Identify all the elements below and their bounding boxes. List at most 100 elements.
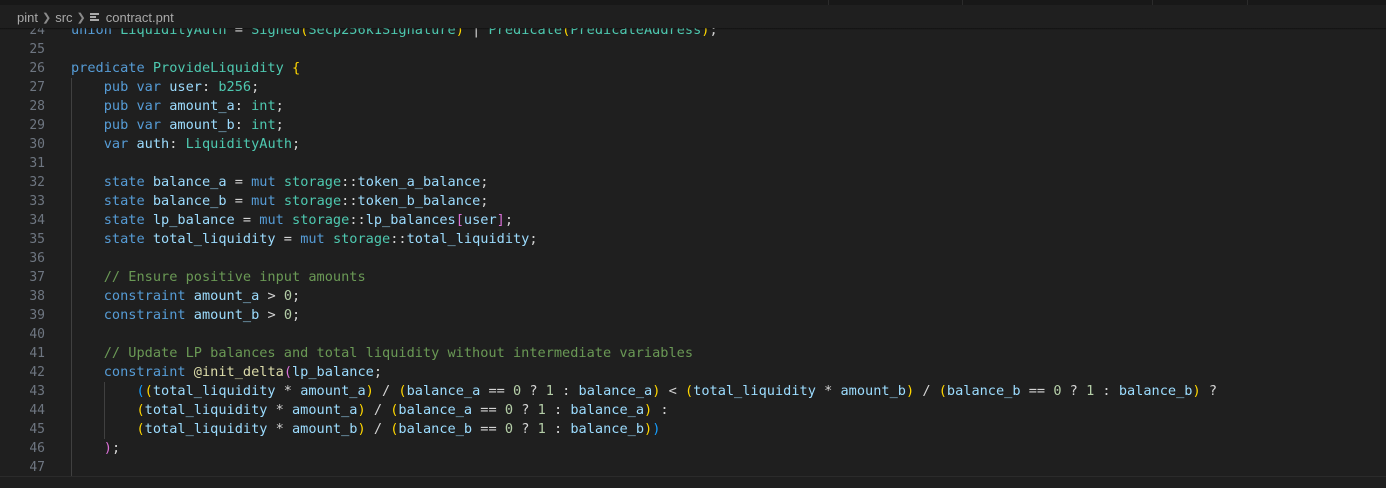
code-token: user [463, 212, 497, 228]
code-line[interactable]: 44 (total_liquidity * amount_a) / (balan… [0, 401, 1386, 420]
code-text: // Ensure positive input amounts [71, 268, 366, 287]
code-line[interactable]: 34 state lp_balance = mut storage::lp_ba… [0, 211, 1386, 230]
code-token: 1 [545, 383, 554, 399]
line-number: 32 [29, 175, 45, 190]
code-line[interactable]: 30 var auth: LiquidityAuth; [0, 135, 1386, 154]
code-token: ( [136, 402, 145, 418]
code-line[interactable]: 31 [0, 154, 1386, 173]
line-number: 38 [29, 289, 45, 304]
code-line[interactable]: 37 // Ensure positive input amounts [0, 268, 1386, 287]
code-line[interactable]: 27 pub var user: b256; [0, 78, 1386, 97]
code-token: total_liquidity [152, 383, 276, 399]
code-line[interactable]: 41 // Update LP balances and total liqui… [0, 344, 1386, 363]
code-text: constraint amount_b > 0; [71, 306, 300, 325]
breadcrumb-item-pint[interactable]: pint [17, 10, 38, 25]
line-number: 37 [29, 270, 45, 285]
code-token: ) [644, 421, 653, 437]
code-token: ; [111, 440, 121, 456]
code-token: balance_a [406, 383, 481, 399]
code-token: ; [480, 174, 489, 190]
code-token: balance_a [570, 402, 645, 418]
code-token: ? [513, 421, 538, 437]
code-token: pub [103, 79, 129, 95]
code-token: ; [275, 117, 284, 133]
file-lines-icon [89, 12, 101, 22]
code-line[interactable]: 25 [0, 40, 1386, 59]
code-token: balance_b [570, 421, 645, 437]
indent-guide [71, 78, 72, 477]
code-line[interactable]: 45 (total_liquidity * amount_b) / (balan… [0, 420, 1386, 439]
code-line[interactable]: 43 ((total_liquidity * amount_a) / (bala… [0, 382, 1386, 401]
code-token: ( [283, 364, 292, 380]
code-token: ? [513, 402, 538, 418]
code-token: < [660, 383, 685, 399]
breadcrumb-item-src[interactable]: src [55, 10, 72, 25]
code-token: mut [251, 174, 276, 190]
code-token: amount_a [292, 402, 358, 418]
code-line[interactable]: 39 constraint amount_b > 0; [0, 306, 1386, 325]
code-token: int [251, 117, 276, 133]
line-number: 40 [29, 327, 45, 342]
code-line[interactable]: 35 state total_liquidity = mut storage::… [0, 230, 1386, 249]
code-token: LiquidityAuth [185, 136, 293, 152]
code-line[interactable]: 26 predicate ProvideLiquidity { [0, 59, 1386, 78]
code-token: total_liquidity [152, 231, 276, 247]
code-text: state lp_balance = mut storage::lp_balan… [71, 211, 513, 230]
line-number: 29 [29, 118, 45, 133]
code-token: lp_balance [292, 364, 374, 380]
code-token: ; [529, 231, 538, 247]
code-line[interactable]: 28 pub var amount_a: int; [0, 97, 1386, 116]
code-token: ) [357, 421, 366, 437]
code-token: balance_b [152, 193, 227, 209]
code-token: ProvideLiquidity [152, 60, 284, 76]
code-text: pub var amount_a: int; [71, 97, 284, 116]
code-token: : [545, 402, 571, 418]
code-token: : [1094, 383, 1119, 399]
code-token: amount_b [193, 307, 260, 323]
code-token: :: [349, 212, 366, 228]
code-token: ( [938, 383, 947, 399]
code-line[interactable]: 46 ); [0, 439, 1386, 458]
code-text: predicate ProvideLiquidity { [71, 59, 300, 78]
code-line[interactable]: 36 [0, 249, 1386, 268]
code-editor[interactable]: 24 union LiquidityAuth = Signed(Secp256k1… [0, 0, 1386, 488]
code-token: ; [292, 288, 301, 304]
code-token: [ [455, 212, 464, 228]
code-text: // Update LP balances and total liquidit… [71, 344, 693, 363]
code-line[interactable]: 33 state balance_b = mut storage::token_… [0, 192, 1386, 211]
code-token: = [226, 193, 252, 209]
code-line[interactable]: 32 state balance_a = mut storage::token_… [0, 173, 1386, 192]
code-token: lp_balance [152, 212, 235, 228]
code-line[interactable]: 38 constraint amount_a > 0; [0, 287, 1386, 306]
code-token: 0 [283, 288, 293, 304]
code-token: = [275, 231, 301, 247]
code-line[interactable]: 29 pub var amount_b: int; [0, 116, 1386, 135]
code-token: mut [300, 231, 325, 247]
code-token: ) [365, 383, 374, 399]
code-token: / [365, 421, 391, 437]
code-token: token_a_balance [357, 174, 481, 190]
code-token: / [373, 383, 399, 399]
code-token: predicate [71, 60, 145, 76]
breadcrumb-item-file[interactable]: contract.pnt [106, 10, 174, 25]
line-number: 36 [29, 251, 45, 266]
code-token: b256 [218, 79, 252, 95]
code-token: { [292, 60, 301, 76]
code-token: : [545, 421, 571, 437]
breadcrumb: pint ❯ src ❯ contract.pnt [0, 6, 1386, 28]
code-line[interactable]: 42 constraint @init_delta(lp_balance; [0, 363, 1386, 382]
chevron-right-icon: ❯ [41, 11, 52, 24]
code-text: state balance_b = mut storage::token_b_b… [71, 192, 489, 211]
code-line[interactable]: 40 [0, 325, 1386, 344]
line-number: 28 [29, 99, 45, 114]
code-token: auth [136, 136, 170, 152]
code-token: : [234, 98, 252, 114]
code-token: constraint [103, 364, 186, 380]
line-number: 25 [29, 42, 45, 57]
code-line[interactable]: 47 [0, 458, 1386, 477]
